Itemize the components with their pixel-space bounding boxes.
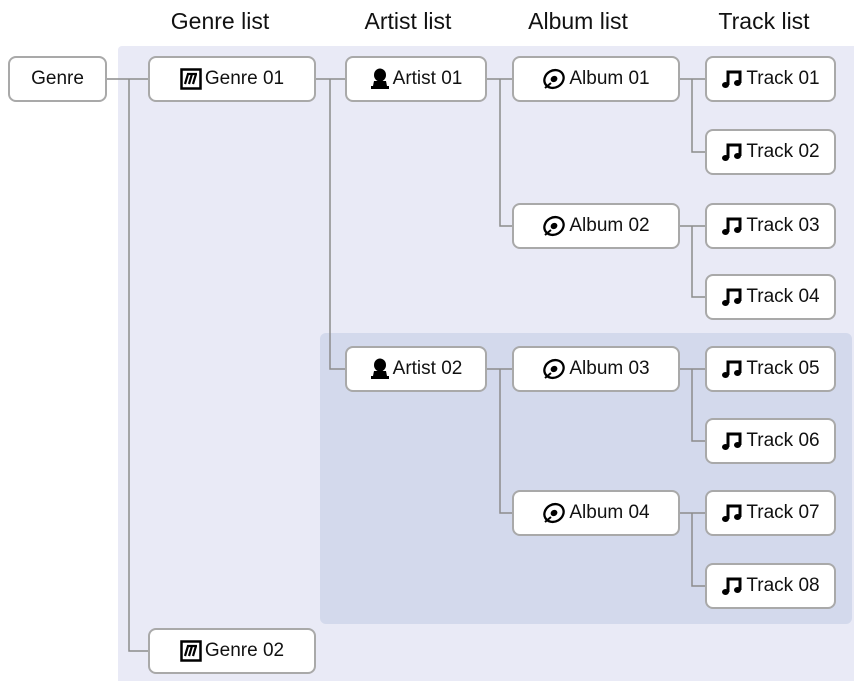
root-genre-node[interactable]: Genre — [8, 56, 107, 102]
album-label: Album 02 — [569, 215, 650, 236]
track-label: Track 06 — [746, 430, 820, 451]
track-label: Track 02 — [746, 141, 820, 162]
album-icon — [542, 68, 566, 90]
genre-node[interactable]: Genre 02 — [148, 628, 316, 674]
artist-node[interactable]: Artist 01 — [345, 56, 487, 102]
genre-label: Genre 01 — [204, 68, 285, 89]
genre-label: Genre 02 — [204, 640, 285, 661]
music-note-icon — [721, 575, 743, 597]
track-node[interactable]: Track 04 — [705, 274, 836, 320]
track-label: Track 01 — [746, 68, 820, 89]
music-note-icon — [721, 215, 743, 237]
artist-node[interactable]: Artist 02 — [345, 346, 487, 392]
music-note-icon — [721, 286, 743, 308]
track-node[interactable]: Track 08 — [705, 563, 836, 609]
track-node[interactable]: Track 01 — [705, 56, 836, 102]
root-genre-label: Genre — [31, 68, 84, 89]
track-node[interactable]: Track 05 — [705, 346, 836, 392]
music-note-icon — [721, 430, 743, 452]
track-label: Track 03 — [746, 215, 820, 236]
track-label: Track 04 — [746, 286, 820, 307]
artist-label: Artist 02 — [392, 358, 463, 379]
album-node[interactable]: Album 04 — [512, 490, 680, 536]
album-icon — [542, 215, 566, 237]
artist-icon — [370, 68, 390, 90]
artist-icon — [370, 358, 390, 380]
track-node[interactable]: Track 07 — [705, 490, 836, 536]
album-node[interactable]: Album 02 — [512, 203, 680, 249]
album-node[interactable]: Album 01 — [512, 56, 680, 102]
genre-node[interactable]: Genre 01 — [148, 56, 316, 102]
genre-icon — [180, 68, 202, 90]
album-icon — [542, 358, 566, 380]
artist-label: Artist 01 — [392, 68, 463, 89]
album-label: Album 03 — [569, 358, 650, 379]
music-note-icon — [721, 502, 743, 524]
track-node[interactable]: Track 02 — [705, 129, 836, 175]
album-icon — [542, 502, 566, 524]
track-label: Track 07 — [746, 502, 820, 523]
track-label: Track 05 — [746, 358, 820, 379]
track-label: Track 08 — [746, 575, 820, 596]
track-node[interactable]: Track 03 — [705, 203, 836, 249]
genre-icon — [180, 640, 202, 662]
track-node[interactable]: Track 06 — [705, 418, 836, 464]
album-node[interactable]: Album 03 — [512, 346, 680, 392]
music-note-icon — [721, 68, 743, 90]
album-label: Album 01 — [569, 68, 650, 89]
album-label: Album 04 — [569, 502, 650, 523]
music-note-icon — [721, 141, 743, 163]
music-note-icon — [721, 358, 743, 380]
